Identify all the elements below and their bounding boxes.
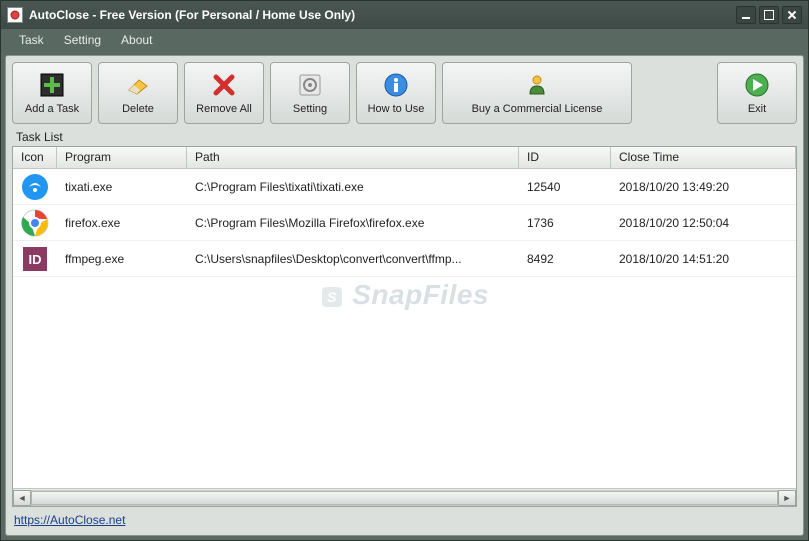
table-body: tixati.exe C:\Program Files\tixati\tixat… [13,169,796,488]
cell-time: 2018/10/20 13:49:20 [611,177,796,197]
col-path[interactable]: Path [187,147,519,168]
menu-about[interactable]: About [111,31,162,49]
scroll-left-button[interactable]: ◄ [13,490,31,506]
watermark-text: SnapFiles [352,279,489,310]
cell-path: C:\Program Files\tixati\tixati.exe [187,177,519,197]
row-icon [13,209,57,237]
content-area: Add a Task Delete Remove All Setting [5,55,804,536]
how-to-use-button[interactable]: How to Use [356,62,436,124]
menu-setting[interactable]: Setting [54,31,111,49]
scroll-right-button[interactable]: ► [778,490,796,506]
ffmpeg-icon: ID [21,245,49,273]
how-to-use-label: How to Use [368,103,425,115]
menu-task[interactable]: Task [9,31,54,49]
setting-button[interactable]: Setting [270,62,350,124]
task-list-label: Task List [12,128,797,146]
task-table: Icon Program Path ID Close Time tixati.e… [12,146,797,507]
cell-path: C:\Program Files\Mozilla Firefox\firefox… [187,213,519,233]
tixati-icon [21,173,49,201]
setting-label: Setting [293,103,327,115]
cell-time: 2018/10/20 12:50:04 [611,213,796,233]
window-title: AutoClose - Free Version (For Personal /… [29,8,736,22]
row-icon [13,173,57,201]
plus-icon [38,71,66,99]
add-task-label: Add a Task [25,103,79,115]
chrome-icon [21,209,49,237]
cell-path: C:\Users\snapfiles\Desktop\convert\conve… [187,249,519,269]
buy-license-label: Buy a Commercial License [472,103,603,115]
scroll-thumb[interactable] [31,491,778,505]
app-icon [7,7,23,23]
delete-label: Delete [122,103,154,115]
delete-button[interactable]: Delete [98,62,178,124]
exit-button[interactable]: Exit [717,62,797,124]
col-id[interactable]: ID [519,147,611,168]
x-icon [210,71,238,99]
cell-program: ffmpeg.exe [57,249,187,269]
add-task-button[interactable]: Add a Task [12,62,92,124]
close-button[interactable] [782,6,802,24]
titlebar[interactable]: AutoClose - Free Version (For Personal /… [1,1,808,29]
table-row[interactable]: tixati.exe C:\Program Files\tixati\tixat… [13,169,796,205]
cell-program: tixati.exe [57,177,187,197]
app-window: AutoClose - Free Version (For Personal /… [0,0,809,541]
toolbar: Add a Task Delete Remove All Setting [12,62,797,124]
exit-label: Exit [748,103,766,115]
remove-all-button[interactable]: Remove All [184,62,264,124]
cell-id: 8492 [519,249,611,269]
eraser-icon [124,71,152,99]
table-row[interactable]: firefox.exe C:\Program Files\Mozilla Fir… [13,205,796,241]
maximize-button[interactable] [759,6,779,24]
col-time[interactable]: Close Time [611,147,796,168]
row-icon: ID [13,245,57,273]
col-icon[interactable]: Icon [13,147,57,168]
menubar: Task Setting About [1,29,808,51]
website-link[interactable]: https://AutoClose.net [14,513,125,527]
person-icon [523,71,551,99]
cell-time: 2018/10/20 14:51:20 [611,249,796,269]
watermark: S SnapFiles [13,279,796,311]
svg-text:ID: ID [29,252,42,267]
cell-program: firefox.exe [57,213,187,233]
exit-icon [743,71,771,99]
svg-text:S: S [327,289,337,305]
minimize-button[interactable] [736,6,756,24]
horizontal-scrollbar[interactable]: ◄ ► [13,488,796,506]
cell-id: 1736 [519,213,611,233]
table-row[interactable]: ID ffmpeg.exe C:\Users\snapfiles\Desktop… [13,241,796,277]
window-controls [736,6,802,24]
buy-license-button[interactable]: Buy a Commercial License [442,62,632,124]
scroll-track[interactable] [31,490,778,506]
footer: https://AutoClose.net [12,511,797,529]
info-icon [382,71,410,99]
remove-all-label: Remove All [196,103,252,115]
col-program[interactable]: Program [57,147,187,168]
cell-id: 12540 [519,177,611,197]
table-header: Icon Program Path ID Close Time [13,147,796,169]
gear-icon [296,71,324,99]
